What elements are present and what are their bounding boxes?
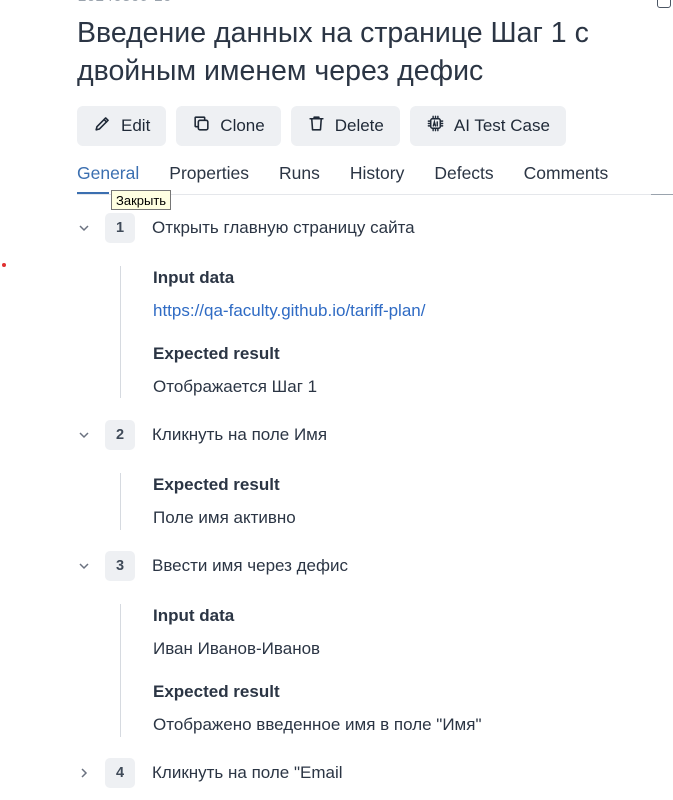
- clone-button[interactable]: Clone: [176, 106, 281, 146]
- edit-button[interactable]: Edit: [77, 106, 167, 146]
- input-data-value: https://qa-faculty.github.io/tariff-plan…: [153, 301, 425, 321]
- copy-icon: [192, 114, 211, 138]
- input-data-label: Input data: [153, 606, 235, 625]
- pencil-icon: [93, 114, 112, 138]
- expected-result-value: Поле имя активно: [153, 508, 296, 527]
- tooltip: Закрыть: [111, 190, 172, 210]
- step-guide-line: [120, 604, 121, 737]
- step-row-1[interactable]: 1 Открыть главную страницу сайта: [77, 213, 415, 243]
- trash-icon: [307, 114, 326, 138]
- expected-result-value: Отображено введенное имя в поле "Имя": [153, 715, 482, 734]
- tab-properties[interactable]: Properties: [169, 160, 249, 194]
- active-tab-indicator: [77, 192, 109, 194]
- chevron-down-icon[interactable]: [77, 428, 91, 442]
- step-row-4[interactable]: 4 Кликнуть на поле "Email: [77, 758, 343, 788]
- input-data-link[interactable]: https://qa-faculty.github.io/tariff-plan…: [153, 301, 425, 320]
- input-data-label: Input data: [153, 268, 235, 287]
- step-text: Кликнуть на поле Имя: [152, 425, 328, 444]
- chevron-right-icon[interactable]: [77, 766, 91, 780]
- ai-test-case-button[interactable]: AI Test Case: [409, 106, 566, 146]
- step-guide-line: [120, 473, 121, 530]
- edit-label: Edit: [121, 116, 151, 135]
- step-text: Кликнуть на поле "Email: [152, 763, 343, 782]
- input-data-value: Иван Иванов-Иванов: [153, 639, 321, 658]
- clone-label: Clone: [220, 116, 265, 135]
- cursor-dot: [2, 263, 6, 267]
- ai-test-case-label: AI Test Case: [453, 116, 550, 135]
- tab-runs[interactable]: Runs: [279, 160, 320, 194]
- delete-label: Delete: [334, 116, 384, 135]
- tab-defects[interactable]: Defects: [434, 160, 493, 194]
- delete-button[interactable]: Delete: [290, 106, 400, 146]
- expected-result-label: Expected result: [153, 344, 280, 363]
- step-text: Ввести имя через дефис: [152, 556, 348, 575]
- step-row-3[interactable]: 3 Ввести имя через дефис: [77, 551, 348, 581]
- chevron-down-icon[interactable]: [77, 559, 91, 573]
- ai-chip-icon: [426, 114, 445, 138]
- divider: [651, 194, 673, 195]
- step-number: 1: [105, 213, 135, 243]
- tab-history[interactable]: History: [350, 160, 404, 194]
- action-toolbar: Edit Clone Delete AI Test Case: [77, 106, 566, 146]
- checkbox-icon[interactable]: [657, 0, 671, 8]
- step-number: 3: [105, 551, 135, 581]
- step-guide-line: [120, 266, 121, 398]
- step-row-2[interactable]: 2 Кликнуть на поле Имя: [77, 420, 327, 450]
- step-text: Открыть главную страницу сайта: [152, 218, 415, 237]
- test-case-id: 20240509-20: [78, 0, 172, 5]
- page-title: Введение данных на странице Шаг 1 с двой…: [77, 17, 589, 87]
- chevron-down-icon[interactable]: [77, 221, 91, 235]
- step-number: 2: [105, 420, 135, 450]
- expected-result-label: Expected result: [153, 475, 280, 494]
- expected-result-value: Отображается Шаг 1: [153, 377, 318, 396]
- tab-comments[interactable]: Comments: [524, 160, 609, 194]
- expected-result-label: Expected result: [153, 682, 280, 701]
- tab-general[interactable]: General: [77, 160, 139, 194]
- step-number: 4: [105, 758, 135, 788]
